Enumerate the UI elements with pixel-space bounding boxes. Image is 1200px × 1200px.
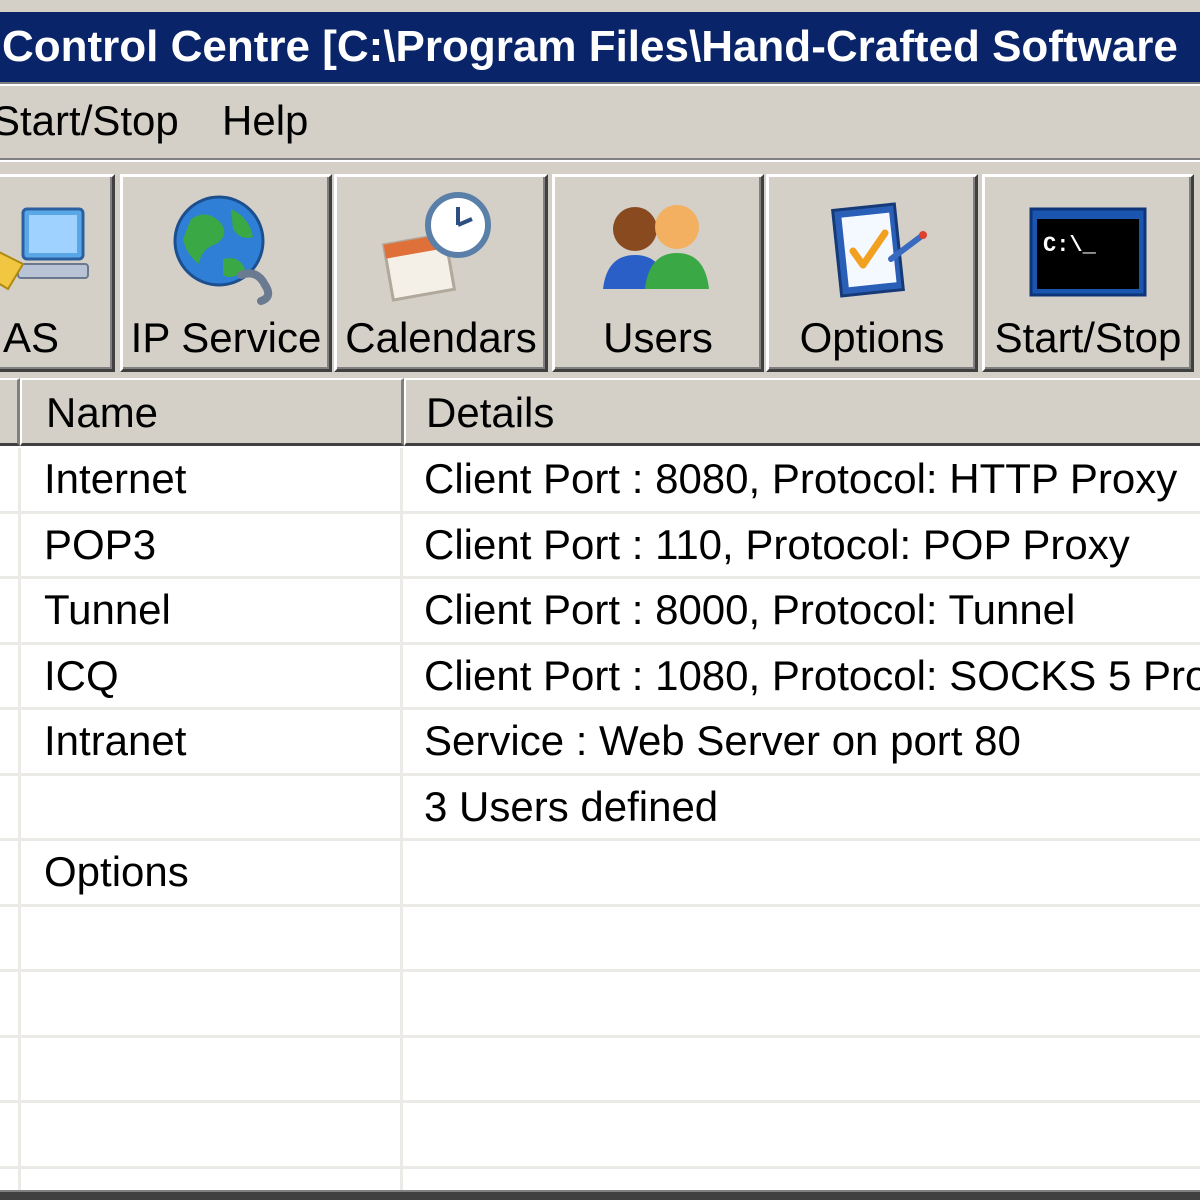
menu-start-stop[interactable]: Start/Stop xyxy=(0,96,179,146)
row-name xyxy=(44,907,394,970)
row-name xyxy=(44,972,394,1035)
column-header-details[interactable]: Details xyxy=(404,378,1200,446)
row-name: Internet xyxy=(44,455,187,502)
row-details: 3 Users defined xyxy=(424,782,719,830)
menu-help[interactable]: Help xyxy=(222,96,308,146)
toolbar: AS IP Service Calendars Users Options C:… xyxy=(0,166,1200,376)
row-details: Service : Web Server on port 80 xyxy=(424,717,1021,764)
row-name: Tunnel xyxy=(44,586,171,633)
users-button[interactable]: Users xyxy=(552,174,764,372)
divider xyxy=(0,158,1200,162)
title-bar[interactable]: Control Centre [C:\Program Files\Hand-Cr… xyxy=(0,12,1200,82)
table-row[interactable] xyxy=(0,1103,1200,1169)
start-stop-button-label: Start/Stop xyxy=(994,314,1182,361)
table-row[interactable]: Intranet Service : Web Server on port 80 xyxy=(0,710,1200,776)
checklist-icon xyxy=(831,202,927,298)
console-icon: C:\_ xyxy=(1029,207,1147,297)
menu-bar: Start/Stop Help xyxy=(0,86,1200,156)
table-row[interactable]: 3 Users defined xyxy=(0,776,1200,841)
row-name: Intranet xyxy=(44,717,187,764)
users-button-label: Users xyxy=(603,314,713,361)
table-row[interactable]: Internet Client Port : 8080, Protocol: HT… xyxy=(0,448,1200,514)
table-row[interactable]: POP3 Client Port : 110, Protocol: POP Pro… xyxy=(0,514,1200,579)
row-details: Client Port : 8000, Protocol: Tunnel xyxy=(424,586,1076,633)
row-name: Options xyxy=(44,848,189,895)
calendars-button[interactable]: Calendars xyxy=(334,174,548,372)
row-details: Client Port : 110, Protocol: POP Proxy xyxy=(424,520,1130,568)
ras-button-label: AS xyxy=(3,314,60,361)
row-details xyxy=(424,1038,1200,1101)
row-name xyxy=(44,776,394,839)
table-row[interactable]: Options xyxy=(0,841,1200,907)
users-icon xyxy=(603,205,709,289)
ip-service-button[interactable]: IP Service xyxy=(120,174,332,372)
list-body: Internet Client Port : 8080, Protocol: HT… xyxy=(0,448,1200,1169)
svg-text:C:\_: C:\_ xyxy=(1043,233,1097,258)
row-name xyxy=(44,1103,394,1166)
services-list[interactable]: Name Details Internet Client Port : 8080,… xyxy=(0,378,1200,1190)
ip-service-button-label: IP Service xyxy=(130,314,322,361)
window-title: Control Centre [C:\Program Files\Hand-Cr… xyxy=(2,22,1178,71)
grid-line xyxy=(400,448,403,1190)
table-row[interactable]: ICQ Client Port : 1080, Protocol: SOCKS 5… xyxy=(0,645,1200,710)
row-details xyxy=(424,841,1200,904)
table-row[interactable] xyxy=(0,907,1200,972)
ras-computer-icon xyxy=(0,207,89,291)
column-header-icon[interactable] xyxy=(0,378,20,446)
main-window: Control Centre [C:\Program Files\Hand-Cr… xyxy=(0,0,1200,1200)
options-button-label: Options xyxy=(799,314,945,361)
globe-network-icon xyxy=(173,195,273,305)
list-header: Name Details xyxy=(0,378,1200,446)
start-stop-button[interactable]: C:\_ Start/Stop xyxy=(982,174,1194,372)
grid-line xyxy=(18,448,21,1190)
calendar-clock-icon xyxy=(381,192,491,302)
options-button[interactable]: Options xyxy=(766,174,978,372)
table-row[interactable] xyxy=(0,972,1200,1038)
row-name: POP3 xyxy=(44,520,157,568)
window-bottom-edge xyxy=(0,1190,1200,1200)
column-header-name[interactable]: Name xyxy=(20,378,404,446)
ras-button[interactable]: AS xyxy=(0,174,115,372)
row-details xyxy=(424,1103,1200,1166)
row-details xyxy=(424,972,1200,1035)
row-details xyxy=(424,907,1200,970)
table-row[interactable]: Tunnel Client Port : 8000, Protocol: Tunn… xyxy=(0,579,1200,645)
calendars-button-label: Calendars xyxy=(345,314,537,361)
row-details: Client Port : 8080, Protocol: HTTP Proxy xyxy=(424,455,1178,502)
row-name xyxy=(44,1038,394,1101)
table-row[interactable] xyxy=(0,1038,1200,1103)
row-details: Client Port : 1080, Protocol: SOCKS 5 Pr… xyxy=(424,651,1200,699)
row-name: ICQ xyxy=(44,651,119,699)
